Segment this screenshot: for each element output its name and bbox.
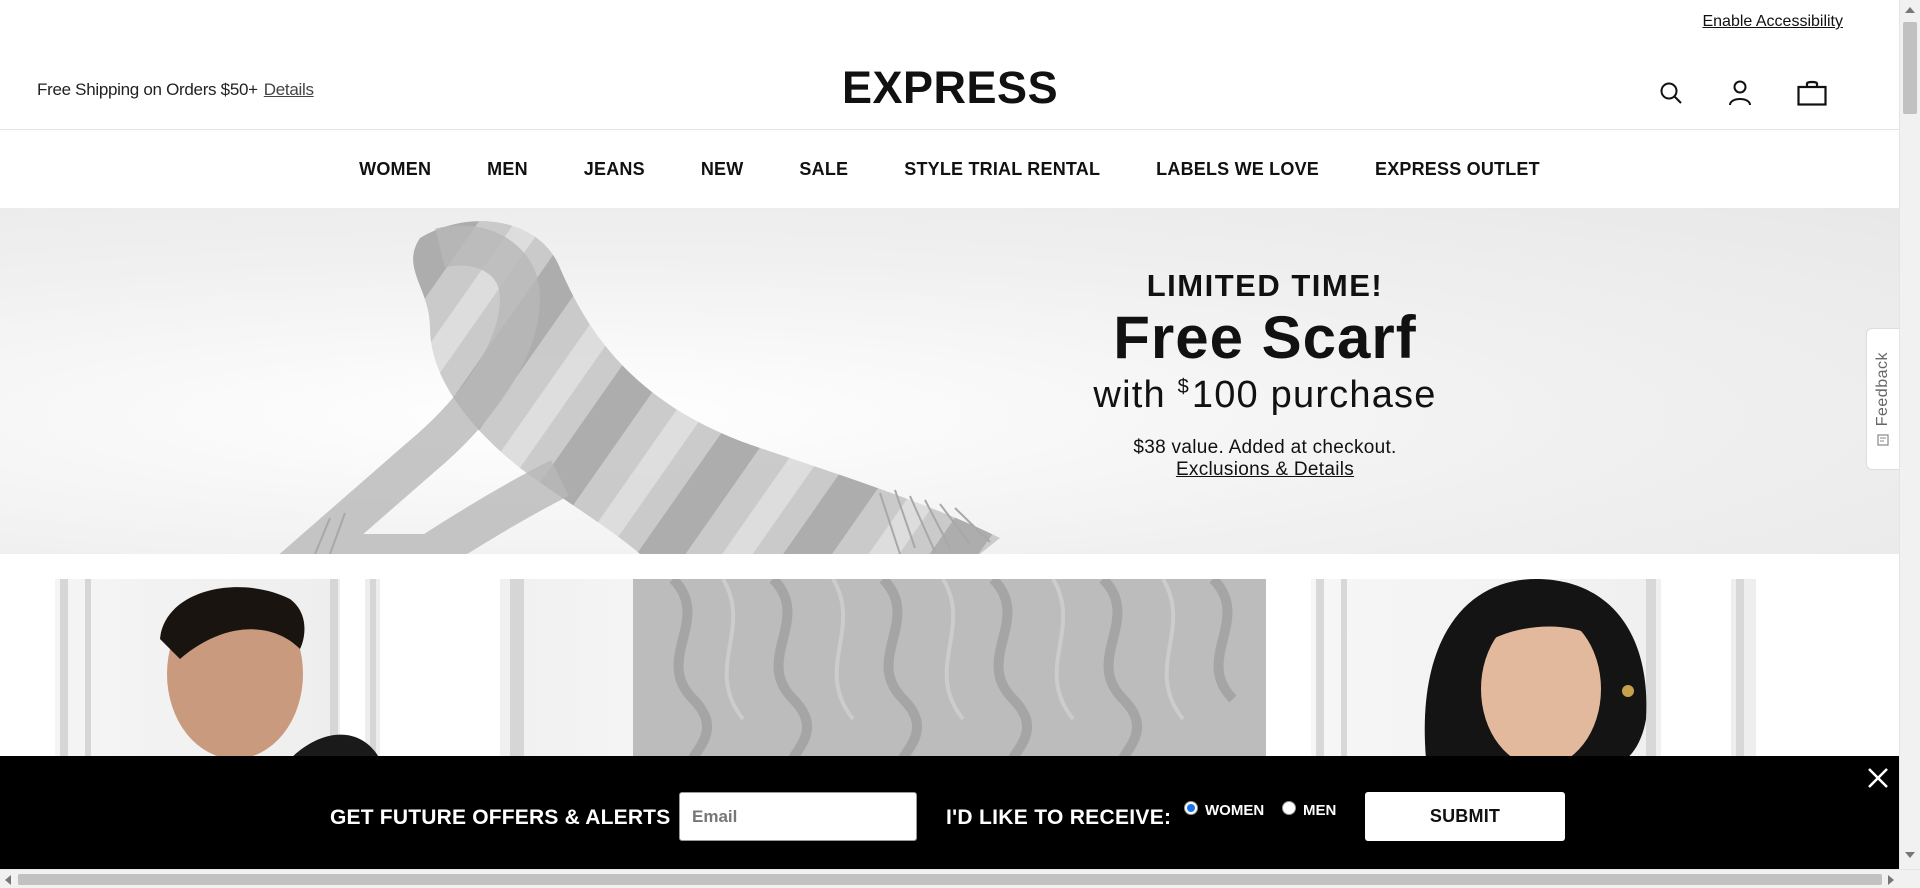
account-icon[interactable] xyxy=(1723,76,1757,110)
site-header: Free Shipping on Orders $50+ Details EXPR… xyxy=(0,40,1899,130)
shipping-text: Free Shipping on Orders $50+ xyxy=(37,80,258,99)
hero-kicker: LIMITED TIME! xyxy=(1146,268,1384,303)
horizontal-scroll-thumb[interactable] xyxy=(18,874,1882,885)
option-women-label: WOMEN xyxy=(1205,802,1265,819)
enable-accessibility-link[interactable]: Enable Accessibility xyxy=(1702,13,1843,31)
hero-note: $38 value. Added at checkout. xyxy=(1133,437,1397,458)
nav-jeans[interactable]: JEANS xyxy=(556,159,673,180)
horizontal-scrollbar[interactable] xyxy=(0,869,1920,888)
vertical-scrollbar[interactable] xyxy=(1899,0,1920,869)
women-radio[interactable] xyxy=(1184,800,1198,815)
scroll-right-icon[interactable] xyxy=(1888,875,1894,885)
hero-copy: LIMITED TIME! Free Scarf with $100 purch… xyxy=(1050,268,1480,481)
signup-title: GET FUTURE OFFERS & ALERTS xyxy=(330,806,671,829)
page: Enable Accessibility Free Shipping on Or… xyxy=(0,0,1899,869)
scroll-up-icon[interactable] xyxy=(1905,7,1915,13)
vertical-scroll-thumb[interactable] xyxy=(1903,22,1917,114)
nav-style-trial-rental[interactable]: STYLE TRIAL RENTAL xyxy=(876,159,1128,180)
scroll-down-icon[interactable] xyxy=(1905,852,1915,858)
express-logo[interactable]: EXPRESS xyxy=(842,62,1058,114)
women-tile[interactable] xyxy=(1266,579,1756,759)
hero-headline: Free Scarf xyxy=(1113,304,1417,371)
hero-exclusions-link[interactable]: Exclusions & Details xyxy=(1176,459,1354,481)
scroll-left-icon[interactable] xyxy=(5,875,11,885)
woman-model-image xyxy=(1266,579,1744,759)
nav-labels-we-love[interactable]: LABELS WE LOVE xyxy=(1128,159,1347,180)
knit-sweater-image xyxy=(633,579,1266,759)
nav-men[interactable]: MEN xyxy=(459,159,556,180)
option-men[interactable]: MEN xyxy=(1282,800,1337,819)
feedback-tab[interactable]: Feedback xyxy=(1866,328,1899,470)
submit-button[interactable]: SUBMIT xyxy=(1365,792,1565,841)
hero-banner[interactable]: LIMITED TIME! Free Scarf with $100 purch… xyxy=(0,208,1899,554)
men-tile[interactable] xyxy=(0,579,633,759)
scarf-image xyxy=(279,221,1000,554)
hero-sub-prefix: with xyxy=(1093,374,1178,416)
email-input[interactable] xyxy=(679,792,917,841)
main-nav: WOMEN MEN JEANS NEW SALE STYLE TRIAL REN… xyxy=(0,131,1899,208)
hero-subheadline: with $100 purchase xyxy=(1050,374,1480,417)
search-icon[interactable] xyxy=(1654,76,1688,110)
men-radio[interactable] xyxy=(1282,800,1296,815)
sweater-tile[interactable] xyxy=(633,579,1266,759)
hero-sub-amount: 100 purchase xyxy=(1191,374,1437,416)
man-model-image xyxy=(0,579,524,759)
shipping-promo: Free Shipping on Orders $50+ Details xyxy=(37,80,314,100)
receive-label: I'D LIKE TO RECEIVE: xyxy=(946,806,1172,829)
feedback-label: Feedback xyxy=(1874,351,1891,427)
close-icon[interactable] xyxy=(1864,764,1892,792)
option-women[interactable]: WOMEN xyxy=(1184,800,1265,819)
nav-express-outlet[interactable]: EXPRESS OUTLET xyxy=(1347,159,1568,180)
nav-new[interactable]: NEW xyxy=(673,159,772,180)
email-signup-bar: GET FUTURE OFFERS & ALERTS I'D LIKE TO R… xyxy=(0,756,1899,869)
option-men-label: MEN xyxy=(1303,802,1337,819)
category-tiles xyxy=(0,579,1899,759)
shipping-details-link[interactable]: Details xyxy=(264,80,314,99)
bag-icon[interactable] xyxy=(1795,76,1829,110)
hero-sub-currency: $ xyxy=(1177,376,1190,398)
nav-sale[interactable]: SALE xyxy=(771,159,876,180)
nav-women[interactable]: WOMEN xyxy=(331,159,459,180)
feedback-icon xyxy=(1877,434,1889,446)
